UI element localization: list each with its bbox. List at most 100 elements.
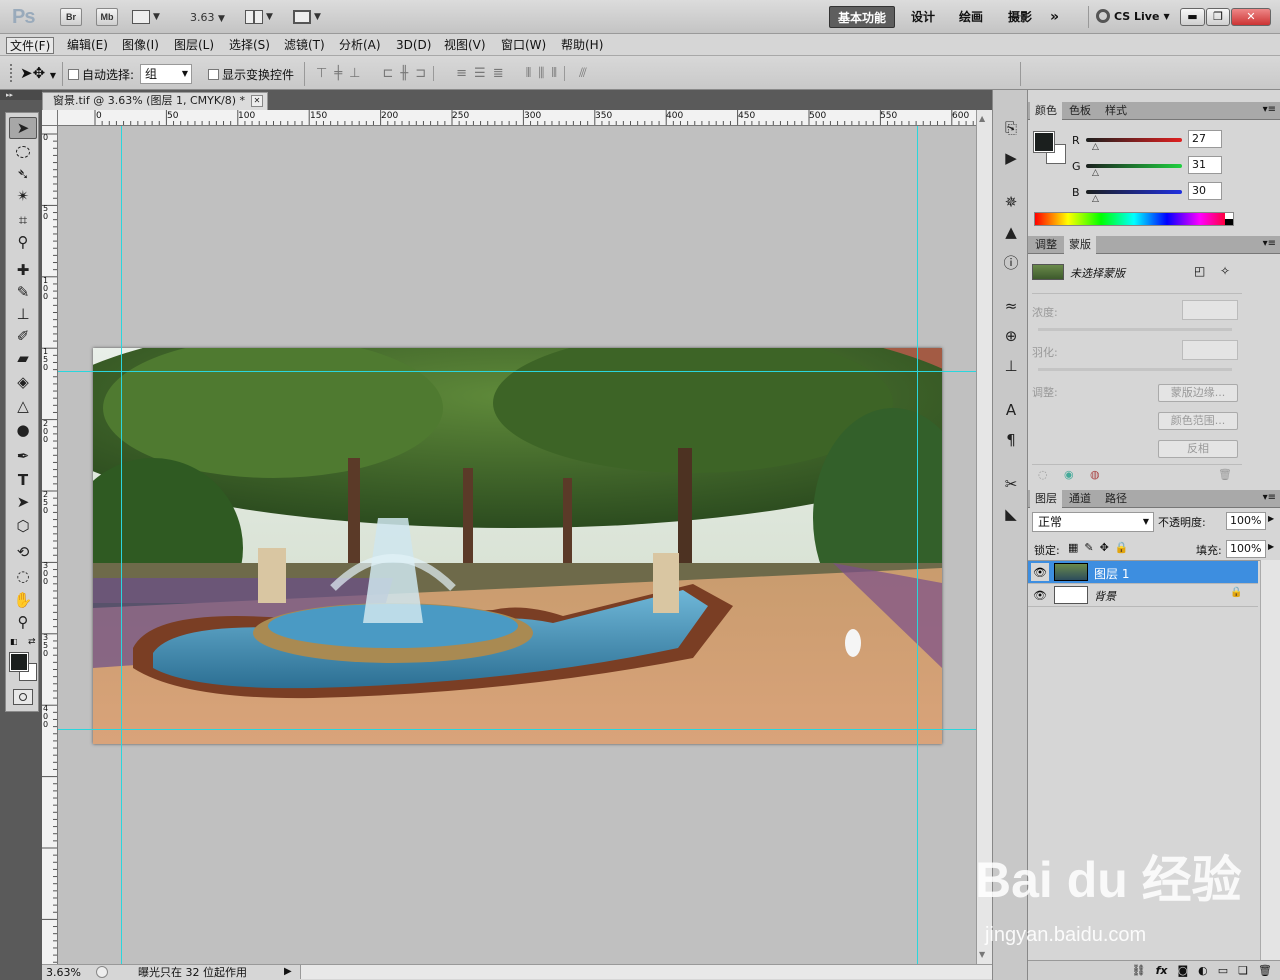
align-top-icon[interactable]: ⊤ xyxy=(316,66,327,81)
load-selection-icon[interactable]: ◌ xyxy=(1038,468,1048,481)
actions-panel-icon[interactable]: ▶ xyxy=(1001,148,1021,168)
mini-bridge-button[interactable]: Mb xyxy=(96,8,118,26)
dodge-tool[interactable]: ● xyxy=(9,419,37,441)
show-transform-controls-option[interactable]: 显示变换控件 xyxy=(208,66,294,83)
adjustment-layer-icon[interactable]: ◐ xyxy=(1198,964,1208,977)
restore-button[interactable]: ❐ xyxy=(1206,8,1230,26)
feather-input[interactable] xyxy=(1182,340,1238,360)
close-window-button[interactable]: ✕ xyxy=(1231,8,1271,26)
fill-arrow-icon[interactable]: ▶ xyxy=(1268,542,1274,551)
workspace-photography[interactable]: 摄影 xyxy=(1008,6,1032,28)
vertical-ruler[interactable]: 0 50 100 150 200 250 300 350 400 xyxy=(42,126,58,964)
red-value-input[interactable]: 27 xyxy=(1188,130,1222,148)
mask-edge-button[interactable]: 蒙版边缘... xyxy=(1158,384,1238,402)
type-tool[interactable]: T xyxy=(9,469,37,491)
tab-styles[interactable]: 样式 xyxy=(1100,102,1132,120)
swap-colors-icon[interactable]: ⇄ xyxy=(28,637,36,647)
zoom-tool[interactable]: ⚲ xyxy=(9,611,37,633)
history-brush-tool[interactable]: ✐ xyxy=(9,325,37,347)
crop-tool[interactable]: ⌗ xyxy=(9,209,37,231)
pen-tool[interactable]: ✒ xyxy=(9,445,37,467)
horizontal-ruler[interactable]: 0 50 100 150 200 250 300 350 400 450 500… xyxy=(58,110,976,126)
apply-mask-icon[interactable]: ◉ xyxy=(1064,468,1074,481)
eyedropper-tool[interactable]: ⚲ xyxy=(9,231,37,253)
green-slider[interactable] xyxy=(1086,164,1182,168)
opacity-input[interactable]: 100% xyxy=(1226,512,1266,530)
layer-row-layer-1[interactable]: 👁 图层 1 xyxy=(1028,561,1258,584)
status-zoom[interactable]: 3.63% xyxy=(46,966,81,980)
eraser-tool[interactable]: ▰ xyxy=(9,347,37,369)
red-slider[interactable] xyxy=(1086,138,1182,142)
navigator-panel-icon[interactable]: ✵ xyxy=(1001,192,1021,212)
distribute-top-icon[interactable]: ≡ xyxy=(456,66,467,81)
guide-vertical-right[interactable] xyxy=(917,126,918,964)
distribute-hcenter-icon[interactable]: ⫼ xyxy=(538,66,544,81)
workspace-design[interactable]: 设计 xyxy=(911,6,935,28)
path-selection-tool[interactable]: ➤ xyxy=(9,491,37,513)
blue-slider-thumb[interactable]: △ xyxy=(1092,194,1099,204)
bridge-button[interactable]: Br xyxy=(60,8,82,26)
layer-row-background[interactable]: 👁 背景 🔒 xyxy=(1028,584,1258,607)
tab-layers[interactable]: 图层 xyxy=(1030,490,1062,508)
ruler-origin[interactable] xyxy=(42,110,58,126)
auto-select-option[interactable]: 自动选择: xyxy=(68,66,134,83)
panel-menu-icon[interactable]: ▾≡ xyxy=(1263,492,1276,503)
add-mask-icon[interactable]: ◙ xyxy=(1177,964,1188,977)
align-hcenter-icon[interactable]: ╫ xyxy=(400,66,408,81)
blue-value-input[interactable]: 30 xyxy=(1188,182,1222,200)
pixel-mask-icon[interactable]: ◰ xyxy=(1194,264,1205,278)
default-colors-icon[interactable]: ◧ xyxy=(10,637,18,646)
opacity-arrow-icon[interactable]: ▶ xyxy=(1268,514,1274,523)
link-layers-icon[interactable]: ⛓ xyxy=(1132,964,1146,977)
blend-mode-dropdown[interactable]: 正常 ▼ xyxy=(1032,512,1154,532)
brush-tool[interactable]: ✎ xyxy=(9,281,37,303)
red-slider-thumb[interactable]: △ xyxy=(1092,142,1099,152)
scroll-up-icon[interactable]: ▲ xyxy=(979,114,985,123)
tab-adjustments[interactable]: 调整 xyxy=(1030,236,1062,254)
menu-file[interactable]: 文件(F) xyxy=(6,37,55,54)
horizontal-scrollbar[interactable] xyxy=(300,965,992,979)
status-info-icon[interactable] xyxy=(96,966,108,978)
workspace-painting[interactable]: 绘画 xyxy=(959,6,983,28)
menu-filter[interactable]: 滤镜(T) xyxy=(281,37,328,54)
align-left-icon[interactable]: ⊏ xyxy=(382,66,393,81)
lasso-tool[interactable]: ➴ xyxy=(9,163,37,185)
show-transform-checkbox[interactable] xyxy=(208,69,219,80)
color-foreground-swatch[interactable] xyxy=(1033,131,1055,153)
cs-live-button[interactable]: CS Live ▼ xyxy=(1096,9,1170,23)
menu-3d[interactable]: 3D(D) xyxy=(393,37,434,54)
guide-horizontal-top[interactable] xyxy=(58,371,976,372)
foreground-color-swatch[interactable] xyxy=(9,652,29,672)
new-layer-icon[interactable]: ❏ xyxy=(1238,964,1248,977)
visibility-eye-icon[interactable]: 👁 xyxy=(1031,586,1049,604)
document-tab[interactable]: 窗景.tif @ 3.63% (图层 1, CMYK/8) * ✕ xyxy=(42,92,268,110)
green-slider-thumb[interactable]: △ xyxy=(1092,168,1099,178)
vertical-scrollbar[interactable]: ▲ ▼ xyxy=(976,110,992,964)
view-extras-button[interactable]: ▼ xyxy=(132,8,168,26)
align-right-icon[interactable]: ⊐ xyxy=(415,66,426,81)
density-slider[interactable] xyxy=(1038,328,1232,331)
feather-slider[interactable] xyxy=(1038,368,1232,371)
align-vcenter-icon[interactable]: ╪ xyxy=(334,66,342,81)
align-bottom-icon[interactable]: ⊥ xyxy=(349,66,360,81)
hand-tool[interactable]: ✋ xyxy=(9,589,37,611)
histogram-panel-icon[interactable]: ▲ xyxy=(1001,222,1021,242)
guide-horizontal-bottom[interactable] xyxy=(58,729,976,730)
tab-swatches[interactable]: 色板 xyxy=(1064,102,1096,120)
paragraph-panel-icon[interactable]: ¶ xyxy=(1001,430,1021,450)
visibility-eye-icon[interactable]: 👁 xyxy=(1031,563,1049,581)
menu-analysis[interactable]: 分析(A) xyxy=(336,37,384,54)
color-spectrum-bar[interactable] xyxy=(1034,212,1234,226)
menu-select[interactable]: 选择(S) xyxy=(226,37,273,54)
distribute-vcenter-icon[interactable]: ☰ xyxy=(474,66,486,81)
tool-presets-panel-icon[interactable]: ⊥ xyxy=(1001,356,1021,376)
lock-position-icon[interactable]: ✥ xyxy=(1100,541,1109,554)
disable-mask-icon[interactable]: ◍ xyxy=(1090,468,1100,481)
new-group-icon[interactable]: ▭ xyxy=(1218,964,1228,977)
info-panel-icon[interactable]: ⓘ xyxy=(1001,252,1021,272)
clone-stamp-tool[interactable]: ⊥ xyxy=(9,303,37,325)
scroll-down-icon[interactable]: ▼ xyxy=(979,950,985,959)
density-input[interactable] xyxy=(1182,300,1238,320)
arrange-documents-button[interactable]: ▼ xyxy=(245,8,281,26)
shape-tool[interactable]: ⬡ xyxy=(9,515,37,537)
